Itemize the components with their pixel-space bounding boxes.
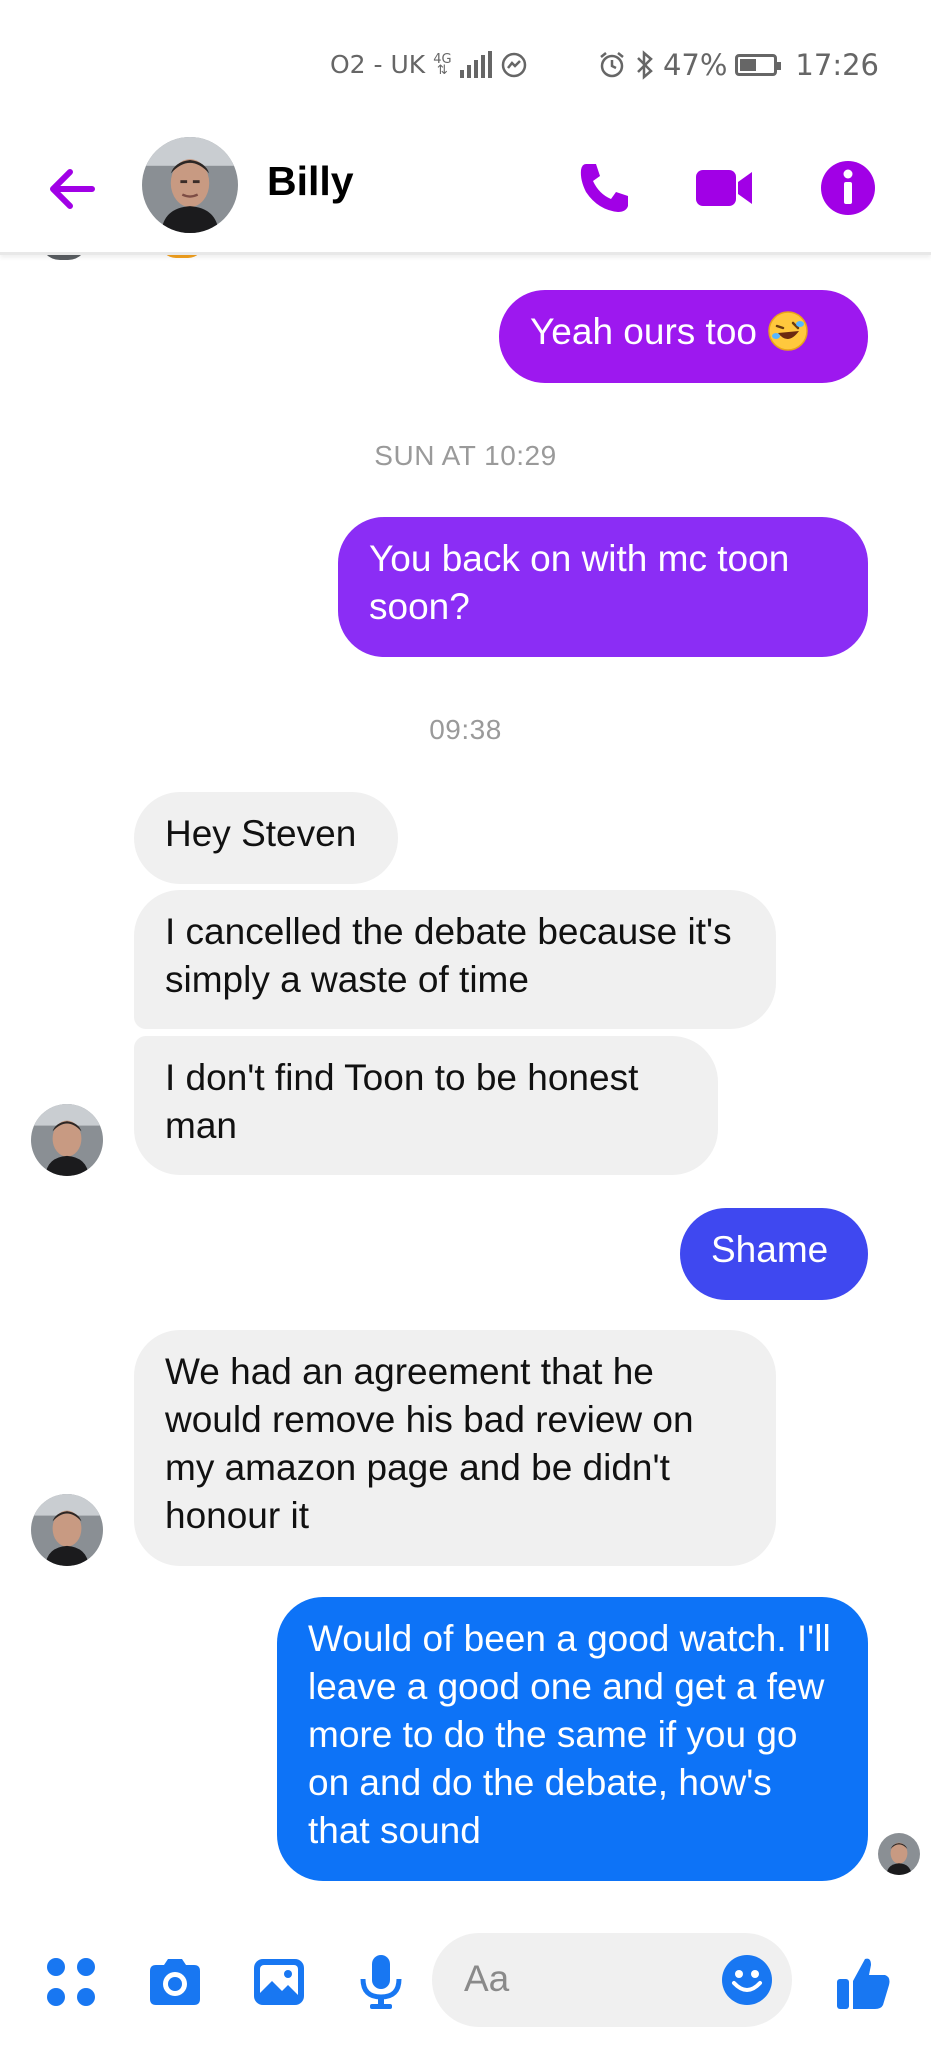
signal-icon [459, 50, 492, 78]
apps-grid-icon[interactable] [44, 1953, 102, 2011]
timestamp: 09:38 [429, 714, 502, 745]
avatar-photo [31, 1104, 103, 1176]
message-bubble-received[interactable]: I don't find Toon to be honest man [134, 1036, 718, 1175]
message-bubble-sent[interactable]: Yeah ours too [499, 290, 868, 383]
avatar-photo [878, 1833, 920, 1875]
message-bubble-sent[interactable]: Would of been a good watch. I'll leave a… [277, 1597, 868, 1881]
emoji-icon[interactable] [720, 1953, 774, 2007]
message-text: We had an agreement that he would remove… [165, 1351, 694, 1536]
timestamp: SUN AT 10:29 [374, 440, 557, 471]
message-input-field[interactable] [432, 1933, 792, 2027]
avatar-photo [142, 137, 238, 233]
message-text: Yeah ours too [530, 311, 757, 352]
message-text: Hey Steven [165, 813, 357, 854]
message-bubble-received[interactable]: We had an agreement that he would remove… [134, 1330, 776, 1566]
message-composer [0, 1915, 931, 2048]
contact-name[interactable]: Billy [267, 158, 354, 205]
message-text: Shame [711, 1229, 829, 1270]
info-icon[interactable] [816, 156, 880, 220]
gallery-icon[interactable] [250, 1953, 308, 2011]
chat-header: Billy [0, 130, 931, 255]
battery-icon [735, 54, 782, 76]
status-left: O2 - UK 4G ⇅ [330, 50, 528, 79]
avatar-photo [31, 1494, 103, 1566]
messenger-notification-icon [501, 52, 526, 77]
message-bubble-sent[interactable]: You back on with mc toon soon? [338, 517, 868, 657]
sender-avatar[interactable] [31, 1104, 103, 1176]
message-bubble-received[interactable]: Hey Steven [134, 792, 398, 884]
video-camera-icon[interactable] [692, 156, 756, 220]
message-bubble-received[interactable]: I cancelled the debate because it's simp… [134, 890, 776, 1029]
laughing-emoji-icon [768, 311, 809, 351]
carrier-label: O2 - UK [330, 50, 426, 79]
battery-percent: 47% [662, 48, 728, 82]
sender-avatar[interactable] [31, 1494, 103, 1566]
message-text: I cancelled the debate because it's simp… [165, 911, 732, 1000]
message-bubble-sent[interactable]: Shame [680, 1208, 868, 1300]
alarm-icon [600, 52, 624, 78]
back-arrow-icon[interactable] [40, 156, 106, 222]
read-receipt-avatar [878, 1833, 920, 1875]
message-text: Would of been a good watch. I'll leave a… [308, 1618, 831, 1851]
microphone-icon[interactable] [352, 1953, 410, 2011]
status-bar: O2 - UK 4G ⇅ 47% 17:26 [0, 0, 931, 130]
bluetooth-icon [637, 50, 653, 80]
messenger-chat-screen: O2 - UK 4G ⇅ 47% 17:26 Billy Yeah ours t… [0, 0, 931, 2048]
status-right: 47% 17:26 [597, 48, 879, 82]
message-input[interactable] [462, 1957, 696, 2001]
clock: 17:26 [795, 48, 879, 82]
phone-icon[interactable] [572, 156, 636, 220]
contact-avatar[interactable] [142, 137, 238, 233]
camera-icon[interactable] [146, 1953, 204, 2011]
network-type-label: 4G ⇅ [433, 51, 452, 78]
thumbs-up-icon[interactable] [833, 1953, 893, 2013]
message-text: I don't find Toon to be honest man [165, 1057, 639, 1146]
message-text: You back on with mc toon soon? [369, 538, 790, 627]
